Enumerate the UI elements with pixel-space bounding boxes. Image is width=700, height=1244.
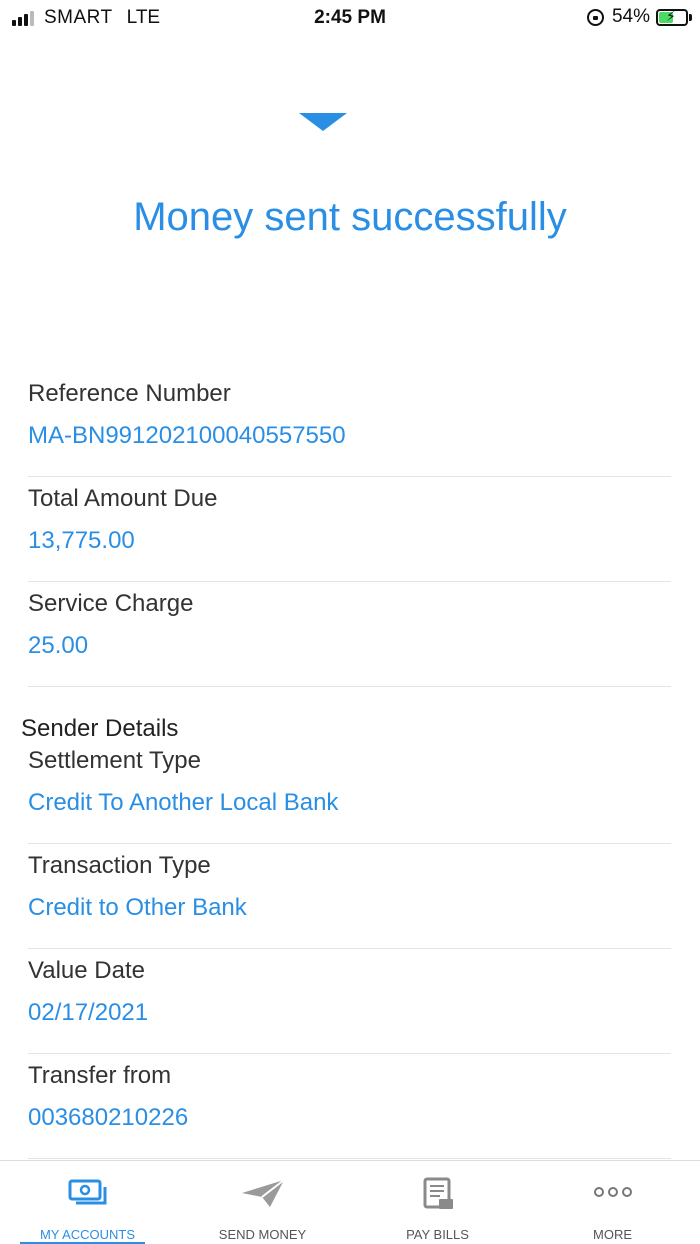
status-right: 54% ⚡ bbox=[586, 6, 692, 28]
more-icon bbox=[592, 1177, 634, 1212]
screen: SMART LTE 2:45 PM 54% ⚡ Money sent succe… bbox=[0, 0, 700, 1244]
success-headline: Money sent successfully bbox=[133, 195, 567, 239]
battery-tip bbox=[689, 13, 692, 21]
tab-label: PAY BILLS bbox=[406, 1227, 469, 1242]
detail-value: 13,775.00 bbox=[28, 527, 135, 554]
tab-label: MORE bbox=[593, 1227, 632, 1242]
detail-label: Transaction Type bbox=[28, 852, 211, 879]
tab-send-money[interactable]: SEND MONEY bbox=[175, 1161, 350, 1244]
detail-value: MA-BN991202100040557550 bbox=[28, 422, 346, 449]
detail-reference-number: Reference Number MA-BN991202100040557550 bbox=[28, 372, 671, 477]
detail-label: Transfer from bbox=[28, 1062, 172, 1089]
detail-transaction-type: Transaction Type Credit to Other Bank bbox=[28, 844, 671, 949]
detail-transfer-from: Transfer from 003680210226 bbox=[28, 1054, 671, 1159]
collapse-caret-icon[interactable] bbox=[299, 113, 347, 131]
detail-label: Service Charge bbox=[28, 590, 194, 617]
rotation-lock-icon bbox=[586, 8, 604, 26]
bill-icon bbox=[421, 1177, 455, 1216]
tab-my-accounts[interactable]: MY ACCOUNTS bbox=[0, 1161, 175, 1244]
bottom-tab-bar: MY ACCOUNTS SEND MONEY PAY BILLS MORE bbox=[0, 1160, 700, 1244]
accounts-icon bbox=[68, 1177, 108, 1212]
tab-label: SEND MONEY bbox=[218, 1227, 307, 1242]
detail-value-date: Value Date 02/17/2021 bbox=[28, 949, 671, 1054]
detail-value: Credit to Other Bank bbox=[28, 894, 247, 921]
detail-label: Total Amount Due bbox=[28, 485, 218, 512]
charging-bolt-icon: ⚡ bbox=[666, 7, 676, 24]
detail-total-amount: Total Amount Due 13,775.00 bbox=[28, 477, 671, 582]
detail-settlement-type: Settlement Type Credit To Another Local … bbox=[28, 739, 671, 844]
detail-label: Value Date bbox=[28, 957, 145, 984]
send-icon bbox=[240, 1177, 286, 1214]
detail-value: Credit To Another Local Bank bbox=[28, 789, 339, 816]
detail-value: 25.00 bbox=[28, 632, 89, 659]
status-bar: SMART LTE 2:45 PM 54% ⚡ bbox=[0, 0, 700, 36]
detail-value: 003680210226 bbox=[28, 1104, 189, 1131]
transaction-details: Reference Number MA-BN991202100040557550… bbox=[0, 372, 700, 1159]
battery-percent: 54% bbox=[611, 6, 650, 27]
detail-label: Settlement Type bbox=[28, 747, 201, 774]
tab-label: MY ACCOUNTS bbox=[39, 1227, 136, 1242]
detail-label: Reference Number bbox=[28, 380, 231, 407]
tab-pay-bills[interactable]: PAY BILLS bbox=[350, 1161, 525, 1244]
tab-more[interactable]: MORE bbox=[525, 1161, 700, 1244]
detail-value: 02/17/2021 bbox=[28, 999, 149, 1026]
detail-service-charge: Service Charge 25.00 bbox=[28, 582, 671, 687]
battery-icon: ⚡ bbox=[656, 7, 688, 26]
sender-details-heading: Sender Details bbox=[21, 715, 179, 742]
